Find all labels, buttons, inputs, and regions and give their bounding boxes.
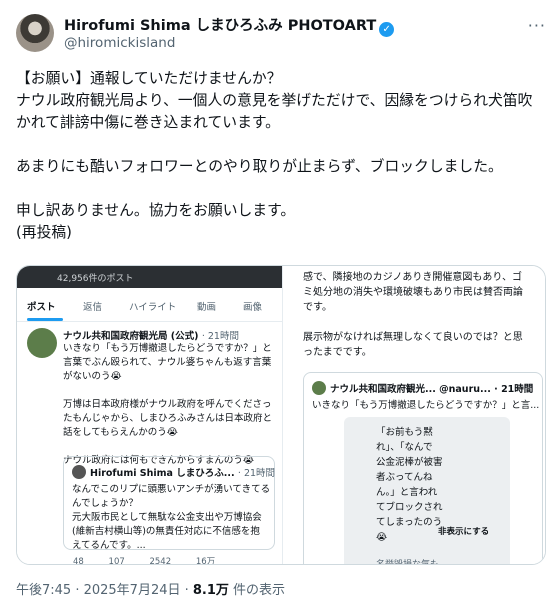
more-options-icon[interactable]: ··· — [528, 16, 546, 35]
quote-avatar — [72, 465, 86, 479]
profile-tabs: ポスト 返信 ハイライト 動画 画像 — [17, 288, 282, 322]
screenshot-left[interactable]: 42,956件のポスト ポスト 返信 ハイライト 動画 画像 ナウル共和国政府観… — [17, 266, 283, 565]
tab-videos: 動画 — [197, 302, 217, 313]
hide-button: 非表示にする — [438, 527, 490, 537]
repost-count: 107 — [108, 557, 125, 565]
right-card-text: 「お前もう黙 れ」、「なんで 公金泥棒が被害 者ぶってんね ん。」と言われ てブ… — [376, 427, 443, 543]
like-count: 2542 — [149, 557, 172, 565]
tweet-meta: 午後7:45 · 2025年7月24日 · 8.1万 件の表示 — [16, 579, 285, 598]
quote-author: Hirofumi Shima しまひろふ... · 21時間 — [90, 468, 276, 479]
right-quote-card: 「お前もう黙 れ」、「なんで 公金泥棒が被害 者ぶってんね ん。」と言われ てブ… — [344, 417, 510, 565]
screenshot-right[interactable]: 感で、隣接地のカジノありき開催意図もあり、ゴ ミ処分地の消失や環境破壊もあり市民… — [291, 266, 545, 565]
right-card-text-2: 名誉毀損な気も — [376, 560, 440, 565]
author-name[interactable]: Hirofumi Shima しまひろふみ PHOTOART ✓ — [64, 14, 395, 37]
right-quote-text: いきなり「もう万博撤退したらどうですか？」と言... — [312, 400, 540, 411]
inner-post-text: いきなり「もう万博撤退したらどうですか？」と 言葉でぶん殴られて、ナウル婆ちゃん… — [63, 343, 273, 466]
view-count: 16万 — [195, 557, 216, 565]
reply-count: 48 — [73, 557, 84, 565]
inner-actions: 48 107 2542 16万 — [73, 555, 237, 565]
view-count-value: 8.1万 — [192, 583, 229, 598]
tab-posts: ポスト — [27, 302, 56, 313]
inner-author-name: ナウル共和国政府観光局 (公式) · 21時間 — [63, 331, 239, 342]
tweet-timestamp[interactable]: 午後7:45 · 2025年7月24日 · — [16, 583, 193, 598]
active-tab-indicator — [27, 318, 63, 321]
inner-quote: Hirofumi Shima しまひろふ... · 21時間 なんでこのリプに頭… — [63, 456, 276, 551]
quote-text: なんでこのリプに頭悪いアンチが湧いてきてる んでしょうか？ 元大阪市民として無駄… — [72, 484, 271, 551]
inner-avatar — [27, 328, 57, 358]
tab-highlights: ハイライト — [129, 302, 177, 313]
views-label: 件の表示 — [228, 583, 286, 598]
right-post-text: 感で、隣接地のカジノありき開催意図もあり、ゴ ミ処分地の消失や環境破壊もあり市民… — [303, 272, 523, 358]
tab-images: 画像 — [243, 302, 263, 313]
right-quote: ナウル共和国政府観光... @nauru... · 21時間 いきなり「もう万博… — [303, 372, 543, 565]
profile-topbar: 42,956件のポスト — [17, 266, 282, 288]
tweet-text: 【お願い】通報していただけませんか？ ナウル政府観光局より、一個人の意見を挙げた… — [16, 70, 533, 241]
tab-replies: 返信 — [83, 302, 103, 313]
right-quote-avatar — [312, 381, 326, 395]
tweet-header: Hirofumi Shima しまひろふみ PHOTOART ✓ @hiromic… — [16, 10, 546, 54]
avatar[interactable] — [16, 14, 54, 52]
verified-badge-icon: ✓ — [379, 22, 395, 37]
media-grid[interactable]: 42,956件のポスト ポスト 返信 ハイライト 動画 画像 ナウル共和国政府観… — [16, 265, 546, 565]
author-handle[interactable]: @hiromickisland — [64, 35, 175, 51]
right-quote-author: ナウル共和国政府観光... @nauru... · 21時間 — [330, 384, 534, 395]
